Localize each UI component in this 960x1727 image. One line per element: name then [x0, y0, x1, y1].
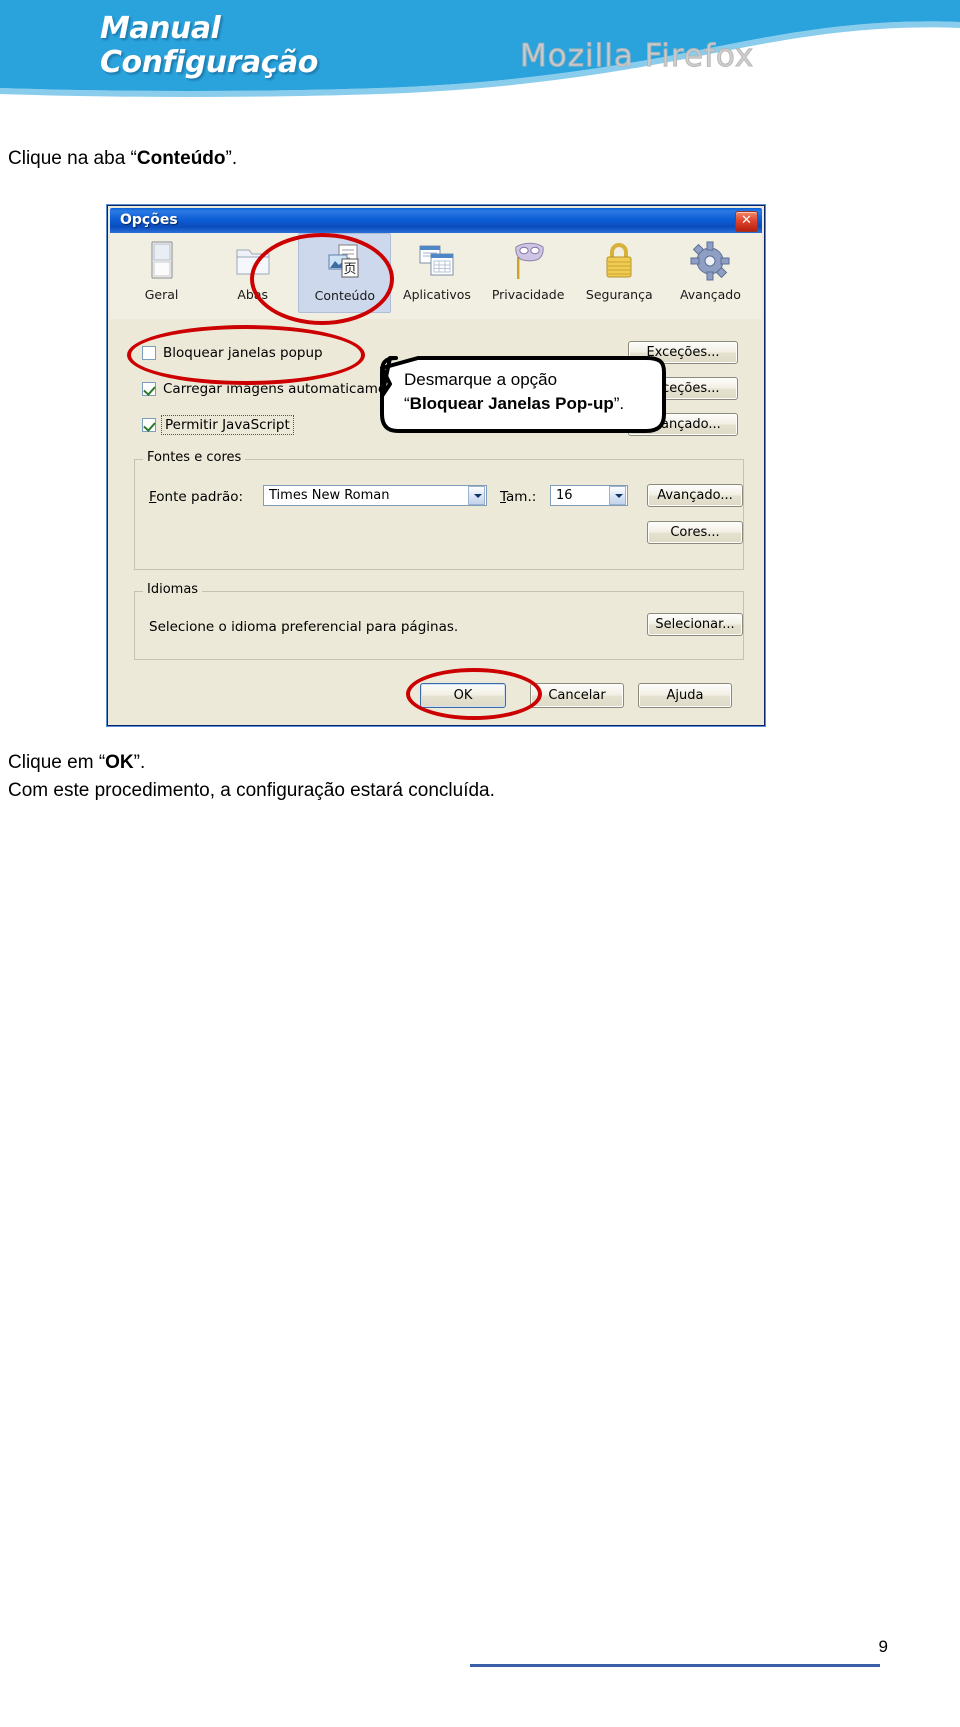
banner-brand-text: Mozilla Firefox — [519, 38, 755, 75]
fonts-advanced-button[interactable]: Avançado... — [647, 484, 743, 507]
advanced-gear-icon — [690, 239, 730, 283]
default-font-value: Times New Roman — [269, 488, 390, 503]
exceptions-images-button[interactable]: Exceções... — [628, 377, 738, 400]
tab-label: Abas — [237, 287, 269, 302]
banner-title-line1: Manual — [100, 11, 221, 46]
font-size-label: Tam.: — [500, 489, 536, 505]
content-page-icon: 页 — [325, 240, 365, 284]
tab-conteudo[interactable]: 页 Conteúdo — [298, 233, 392, 313]
page-header-banner: Manual Configuração Mozilla Firefox — [0, 0, 960, 100]
instruction-conclusion: Com este procedimento, a configuração es… — [8, 780, 495, 801]
general-window-icon — [149, 239, 175, 283]
checkbox-enable-javascript[interactable] — [142, 418, 156, 432]
tab-aplicativos[interactable]: Aplicativos — [391, 233, 482, 313]
checkbox-block-popups[interactable] — [142, 346, 156, 360]
colors-button[interactable]: Cores... — [647, 521, 743, 544]
default-font-label-text: onte padrão: — [156, 489, 244, 505]
page-number: 9 — [878, 1637, 888, 1656]
default-font-label: Fonte padrão: — [149, 489, 243, 505]
fonts-group-legend: Fontes e cores — [143, 450, 246, 465]
options-dialog: Opções ✕ Geral Abas 页 Conteúdo Aplicativ… — [107, 205, 765, 726]
select-language-button[interactable]: Selecionar... — [647, 613, 743, 636]
content-panel: Bloquear janelas popup Carregar imagens … — [110, 319, 762, 723]
tab-strip: Geral Abas 页 Conteúdo Aplicativos Privac… — [110, 233, 762, 319]
tabs-folder-icon — [233, 239, 273, 283]
tab-label: Conteúdo — [314, 288, 376, 303]
tab-label: Privacidade — [491, 287, 565, 302]
banner-brand: Mozilla Firefox — [519, 38, 755, 75]
instruction-suffix: ”. — [225, 148, 238, 169]
checkbox-row-enable-javascript[interactable]: Permitir JavaScript — [142, 415, 294, 435]
checkbox-row-load-images[interactable]: Carregar imagens automaticamente — [142, 381, 408, 397]
privacy-mask-icon — [508, 239, 548, 283]
languages-description: Selecione o idioma preferencial para pág… — [149, 619, 459, 635]
ok-button[interactable]: OK — [420, 683, 506, 708]
font-size-label-text: am.: — [506, 489, 537, 505]
security-padlock-icon — [599, 239, 639, 283]
tab-label: Aplicativos — [403, 287, 471, 302]
dialog-title: Opções — [120, 212, 178, 228]
tab-label: Segurança — [585, 287, 653, 302]
chevron-down-icon[interactable] — [468, 486, 485, 505]
svg-text:页: 页 — [343, 262, 356, 277]
checkbox-label: Carregar imagens automaticamente — [163, 381, 409, 397]
applications-windows-icon — [417, 239, 457, 283]
instruction-prefix: Clique na aba “ — [8, 148, 137, 169]
tab-avancado[interactable]: Avançado — [665, 233, 756, 313]
dialog-toolbar: Geral Abas 页 Conteúdo Aplicativos Privac… — [110, 233, 762, 320]
checkbox-label: Bloquear janelas popup — [163, 345, 323, 361]
font-size-select[interactable]: 16 — [550, 485, 628, 506]
tab-seguranca[interactable]: Segurança — [574, 233, 665, 313]
checkbox-label: Permitir JavaScript — [161, 415, 294, 435]
tab-abas[interactable]: Abas — [207, 233, 298, 313]
checkbox-load-images[interactable] — [142, 382, 156, 396]
checkbox-row-block-popups[interactable]: Bloquear janelas popup — [142, 345, 323, 361]
help-button[interactable]: Ajuda — [638, 683, 732, 708]
languages-group-legend: Idiomas — [143, 582, 203, 597]
dialog-titlebar[interactable]: Opções ✕ — [110, 208, 762, 233]
tab-geral[interactable]: Geral — [116, 233, 207, 313]
banner-title: Manual Configuração — [100, 12, 430, 80]
tab-label: Avançado — [679, 287, 741, 302]
instruction-click-ok: Clique em “OK”. — [8, 752, 145, 774]
tab-label: Geral — [144, 287, 179, 302]
default-font-select[interactable]: Times New Roman — [263, 485, 487, 506]
chevron-down-icon[interactable] — [609, 486, 626, 505]
instruction-click-content-tab: Clique na aba “Conteúdo”. — [8, 148, 237, 170]
close-icon[interactable]: ✕ — [735, 211, 758, 232]
fonts-and-colors-group: Fontes e cores Fonte padrão: Times New R… — [134, 450, 744, 570]
javascript-advanced-button[interactable]: Avançado... — [628, 413, 738, 436]
instruction-ok-prefix: Clique em “ — [8, 752, 106, 773]
instruction-ok-suffix: ”. — [133, 752, 146, 773]
languages-group: Idiomas Selecione o idioma preferencial … — [134, 582, 744, 660]
instruction-ok-bold: OK — [105, 752, 134, 773]
instruction-bold-term: Conteúdo — [136, 148, 226, 169]
footer-divider — [470, 1664, 880, 1667]
exceptions-popups-button[interactable]: Exceções... — [628, 341, 738, 364]
tab-privacidade[interactable]: Privacidade — [483, 233, 574, 313]
cancel-button[interactable]: Cancelar — [530, 683, 624, 708]
banner-title-line2: Configuração — [100, 45, 318, 80]
font-size-value: 16 — [556, 488, 573, 503]
